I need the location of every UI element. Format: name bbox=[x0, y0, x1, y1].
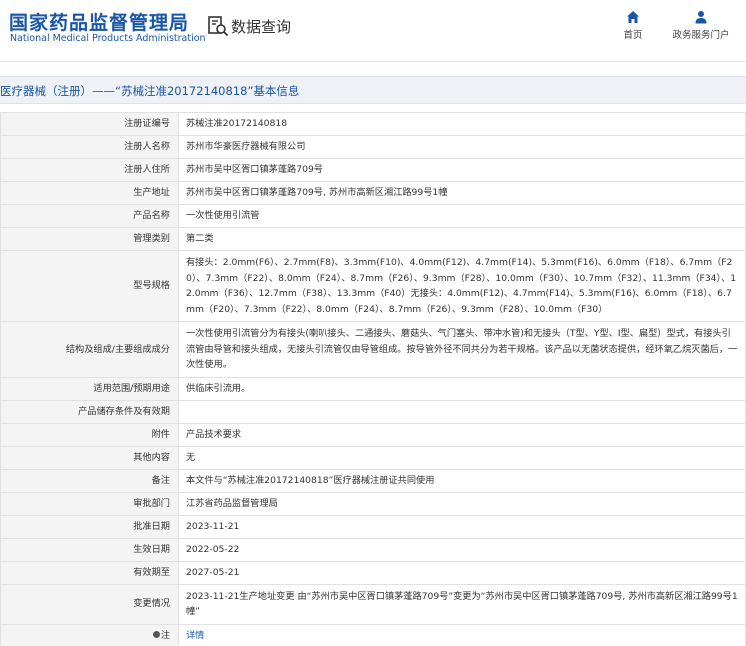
row-label: 型号规格 bbox=[0, 250, 179, 322]
table-row: 其他内容无 bbox=[0, 445, 746, 470]
table-row-note: 注 详情 bbox=[0, 623, 746, 646]
row-value: 无 bbox=[178, 445, 746, 470]
row-value: 第二类 bbox=[178, 227, 746, 251]
note-icon bbox=[152, 630, 160, 638]
logo-title-en[interactable]: National Medical Products Administration bbox=[10, 33, 206, 44]
nav-home-label: 首页 bbox=[623, 30, 643, 41]
nav-home[interactable]: 首页 bbox=[617, 10, 649, 41]
row-label: 管理类别 bbox=[0, 227, 179, 251]
nav-gov-service-portal[interactable]: 政务服务门户 bbox=[668, 10, 734, 41]
row-label: 产品名称 bbox=[0, 204, 179, 228]
note-value-cell: 详情 bbox=[178, 623, 746, 646]
data-query-label: 数据查询 bbox=[231, 17, 292, 36]
table-row: 生产地址 苏州市吴中区胥口镇茅蓬路709号, 苏州市高新区湘江路99号1幢 bbox=[0, 181, 746, 205]
row-label: 适用范围/预期用途 bbox=[0, 376, 179, 401]
table-row: 型号规格 有接头：2.0mm(F6）、2.7mm(F8)、3.3mm(F10)、4… bbox=[0, 250, 746, 322]
table-row: 附件 产品技术要求 bbox=[0, 422, 746, 447]
row-value bbox=[178, 399, 746, 424]
row-label: 产品储存条件及有效期 bbox=[0, 399, 179, 424]
table-row: 注册人住所 苏州市吴中区胥口镇茅蓬路709号 bbox=[0, 158, 746, 182]
row-value: 苏州市吴中区胥口镇茅蓬路709号 bbox=[178, 158, 746, 182]
registration-info-table: 注册证编号 苏械注准20172140818 注册人名称 苏州市华豪医疗器械有限公司 … bbox=[0, 112, 746, 646]
row-label: 注册人住所 bbox=[0, 158, 179, 182]
row-label: 附件 bbox=[0, 422, 179, 447]
row-value: 供临床引流用。 bbox=[178, 376, 746, 401]
table-row: 审批部门 江苏省药品监督管理局 bbox=[0, 491, 746, 516]
table-row: 有效期至 2027-05-21 bbox=[0, 560, 746, 585]
row-label: 变更情况 bbox=[0, 583, 179, 625]
row-label: 批准日期 bbox=[0, 514, 179, 539]
row-value: 一次性使用引流管 bbox=[178, 204, 746, 228]
row-value: 有接头：2.0mm(F6）、2.7mm(F8)、3.3mm(F10)、4.0mm… bbox=[178, 250, 746, 322]
table-row: 备注 本文件与“苏械注准20172140818”医疗器械注册证共同使用 bbox=[0, 468, 746, 493]
data-query-section[interactable]: 数据查询 bbox=[207, 14, 291, 38]
row-value: 本文件与“苏械注准20172140818”医疗器械注册证共同使用 bbox=[178, 468, 746, 493]
row-value: 苏械注准20172140818 bbox=[178, 112, 746, 136]
row-label: 其他内容 bbox=[0, 445, 179, 470]
logo-title-cn[interactable]: 国家药品监督管理局 bbox=[9, 8, 189, 35]
table-row: 注册人名称 苏州市华豪医疗器械有限公司 bbox=[0, 135, 746, 159]
row-label: 注册人名称 bbox=[0, 135, 179, 159]
table-row: 变更情况 2023-11-21生产地址变更 由“苏州市吴中区胥口镇茅蓬路709号”… bbox=[0, 583, 746, 625]
row-label: 结构及组成/主要组成成分 bbox=[0, 321, 179, 378]
nav-gov-service-label: 政务服务门户 bbox=[672, 30, 730, 41]
row-label: 生效日期 bbox=[0, 537, 179, 562]
home-icon bbox=[627, 11, 639, 23]
row-value: 2022-05-22 bbox=[178, 537, 746, 562]
table-row: 产品名称 一次性使用引流管 bbox=[0, 204, 746, 228]
site-header: 国家药品监督管理局 National Medical Products Admi… bbox=[0, 0, 746, 62]
record-title-bar: 医疗器械（注册）——“苏械注准20172140818”基本信息 bbox=[0, 76, 746, 104]
row-label: 审批部门 bbox=[0, 491, 179, 516]
row-label: 有效期至 bbox=[0, 560, 179, 585]
row-label: 注册证编号 bbox=[0, 112, 179, 136]
note-label: 注 bbox=[160, 629, 170, 641]
record-title: 医疗器械（注册）——“苏械注准20172140818”基本信息 bbox=[0, 84, 300, 98]
table-row: 管理类别 第二类 bbox=[0, 227, 746, 251]
details-link[interactable]: 详情 bbox=[186, 630, 204, 641]
row-label: 备注 bbox=[0, 468, 179, 493]
row-value: 2023-11-21生产地址变更 由“苏州市吴中区胥口镇茅蓬路709号”变更为“… bbox=[178, 583, 746, 625]
table-row: 批准日期 2023-11-21 bbox=[0, 514, 746, 539]
note-label-cell: 注 bbox=[0, 623, 179, 646]
row-value: 2027-05-21 bbox=[178, 560, 746, 585]
table-row: 产品储存条件及有效期 bbox=[0, 399, 746, 424]
row-value: 2023-11-21 bbox=[178, 514, 746, 539]
row-label: 生产地址 bbox=[0, 181, 179, 205]
table-row: 生效日期 2022-05-22 bbox=[0, 537, 746, 562]
row-value: 江苏省药品监督管理局 bbox=[178, 491, 746, 516]
table-row: 注册证编号 苏械注准20172140818 bbox=[0, 112, 746, 136]
row-value: 苏州市吴中区胥口镇茅蓬路709号, 苏州市高新区湘江路99号1幢 bbox=[178, 181, 746, 205]
user-icon bbox=[695, 11, 707, 24]
row-value: 苏州市华豪医疗器械有限公司 bbox=[178, 135, 746, 159]
document-search-icon bbox=[208, 16, 229, 37]
row-value: 一次性使用引流管分为有接头(喇叭接头、二通接头、蘑菇头、气门塞头、带冲水管)和无… bbox=[178, 321, 746, 378]
table-row: 结构及组成/主要组成成分 一次性使用引流管分为有接头(喇叭接头、二通接头、蘑菇头、… bbox=[0, 321, 746, 378]
table-row: 适用范围/预期用途 供临床引流用。 bbox=[0, 376, 746, 401]
row-value: 产品技术要求 bbox=[178, 422, 746, 447]
